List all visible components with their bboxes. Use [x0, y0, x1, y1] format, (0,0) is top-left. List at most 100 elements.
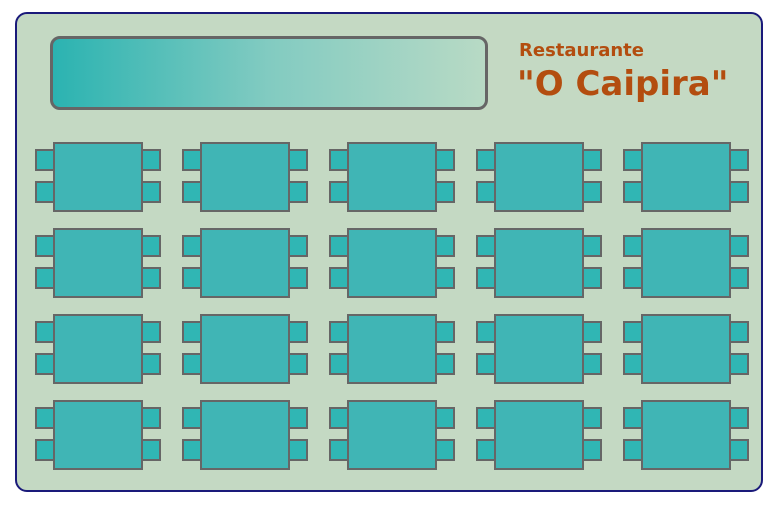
chair	[182, 235, 202, 257]
table-group	[329, 314, 455, 384]
chair	[623, 353, 643, 375]
table-group	[35, 228, 161, 298]
table-group	[623, 228, 749, 298]
title-restaurant-name: "O Caipira"	[517, 64, 729, 104]
chair	[435, 321, 455, 343]
table	[641, 314, 731, 384]
chair	[35, 439, 55, 461]
chair	[476, 353, 496, 375]
table	[53, 400, 143, 470]
table-group	[329, 400, 455, 470]
table	[641, 400, 731, 470]
chair	[35, 321, 55, 343]
chair	[435, 181, 455, 203]
chair	[329, 407, 349, 429]
chair	[623, 407, 643, 429]
chair	[435, 149, 455, 171]
chair	[729, 235, 749, 257]
table	[494, 400, 584, 470]
chair	[288, 149, 308, 171]
chair	[476, 267, 496, 289]
chair	[288, 353, 308, 375]
chair	[35, 407, 55, 429]
chair	[623, 235, 643, 257]
table	[200, 314, 290, 384]
chair	[729, 267, 749, 289]
chair	[476, 439, 496, 461]
chair	[329, 439, 349, 461]
chair	[35, 149, 55, 171]
chair	[141, 267, 161, 289]
chair	[623, 149, 643, 171]
chair	[623, 181, 643, 203]
chair	[182, 353, 202, 375]
chair	[141, 149, 161, 171]
chair	[435, 439, 455, 461]
chair	[435, 267, 455, 289]
chair	[35, 353, 55, 375]
table-group	[35, 400, 161, 470]
chair	[329, 235, 349, 257]
table-group	[476, 228, 602, 298]
title-restaurante: Restaurante	[519, 40, 644, 61]
chair	[329, 267, 349, 289]
table	[494, 228, 584, 298]
table-group	[329, 228, 455, 298]
table	[641, 142, 731, 212]
chair	[182, 407, 202, 429]
table	[200, 400, 290, 470]
chair	[288, 235, 308, 257]
chair	[182, 149, 202, 171]
chair	[729, 407, 749, 429]
chair	[35, 235, 55, 257]
table-group	[476, 314, 602, 384]
chair	[141, 321, 161, 343]
chair	[582, 149, 602, 171]
table-group	[623, 142, 749, 212]
table	[200, 228, 290, 298]
chair	[288, 267, 308, 289]
chair	[476, 149, 496, 171]
table-group	[476, 400, 602, 470]
chair	[182, 181, 202, 203]
chair	[182, 267, 202, 289]
chair	[476, 181, 496, 203]
counter	[50, 36, 488, 110]
table-group	[182, 228, 308, 298]
chair	[623, 267, 643, 289]
table-group	[623, 400, 749, 470]
table	[347, 228, 437, 298]
chair	[435, 353, 455, 375]
chair	[182, 439, 202, 461]
chair	[329, 353, 349, 375]
chair	[623, 321, 643, 343]
chair	[35, 181, 55, 203]
chair	[582, 321, 602, 343]
chair	[141, 235, 161, 257]
table-group	[35, 314, 161, 384]
table	[494, 142, 584, 212]
table	[347, 314, 437, 384]
table-group	[623, 314, 749, 384]
table	[53, 314, 143, 384]
chair	[729, 353, 749, 375]
chair	[182, 321, 202, 343]
chair	[35, 267, 55, 289]
chair	[288, 439, 308, 461]
chair	[288, 181, 308, 203]
chair	[582, 439, 602, 461]
chair	[141, 353, 161, 375]
chair	[729, 439, 749, 461]
chair	[476, 235, 496, 257]
table-group	[182, 400, 308, 470]
chair	[582, 407, 602, 429]
chair	[582, 235, 602, 257]
chair	[623, 439, 643, 461]
table-group	[35, 142, 161, 212]
table-group	[476, 142, 602, 212]
chair	[729, 321, 749, 343]
table-group	[182, 314, 308, 384]
chair	[582, 181, 602, 203]
chair	[329, 181, 349, 203]
table-group	[329, 142, 455, 212]
